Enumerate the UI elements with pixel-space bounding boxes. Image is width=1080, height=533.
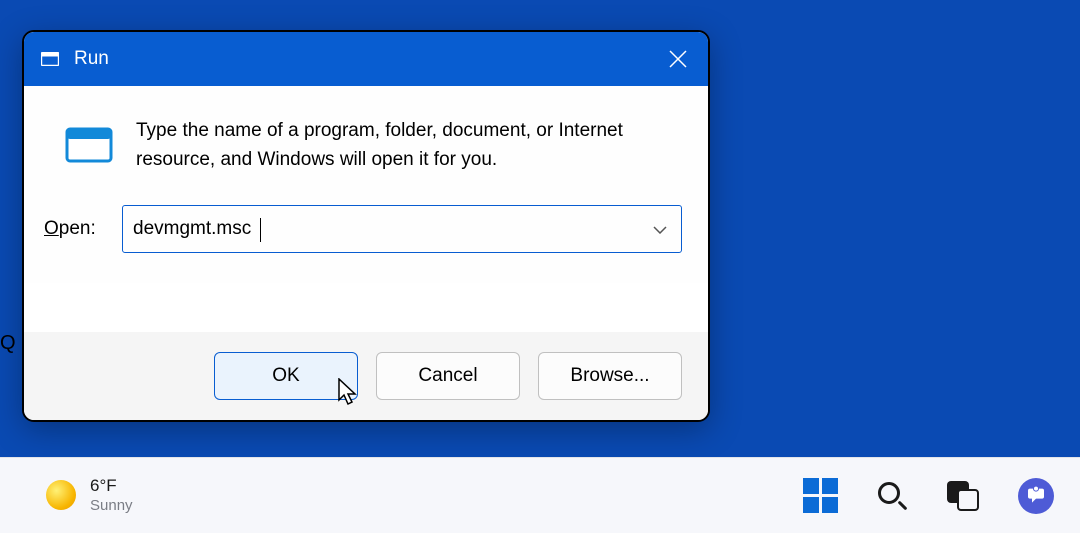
- task-view-button[interactable]: [944, 476, 984, 516]
- instruction-text: Type the name of a program, folder, docu…: [136, 116, 682, 175]
- cancel-button[interactable]: Cancel: [376, 352, 520, 400]
- search-icon: [876, 480, 908, 512]
- taskbar: 6°F Sunny: [0, 457, 1080, 533]
- titlebar[interactable]: Run: [24, 32, 708, 86]
- text-caret: [260, 218, 261, 242]
- dialog-body: Type the name of a program, folder, docu…: [24, 86, 708, 205]
- run-program-icon: [64, 120, 114, 170]
- run-titlebar-icon: [40, 49, 60, 69]
- run-dialog: Run Type the name of a program, folder, …: [22, 30, 710, 422]
- weather-temperature: 6°F: [90, 476, 133, 496]
- taskbar-icons: [800, 476, 1056, 516]
- ok-button[interactable]: OK: [214, 352, 358, 400]
- dialog-title: Run: [74, 48, 109, 70]
- chat-button[interactable]: [1016, 476, 1056, 516]
- weather-sun-icon: [46, 480, 76, 510]
- open-combobox[interactable]: [122, 205, 682, 253]
- chat-icon: [1018, 478, 1054, 514]
- chevron-down-icon[interactable]: [649, 221, 671, 237]
- weather-condition: Sunny: [90, 497, 133, 515]
- windows-logo-icon: [803, 478, 838, 513]
- dialog-footer: OK Cancel Browse...: [24, 332, 708, 420]
- close-button[interactable]: [664, 45, 692, 73]
- open-label: Open:: [44, 218, 106, 240]
- open-input[interactable]: [133, 218, 649, 240]
- open-row: Open:: [24, 205, 708, 283]
- desktop-text-fragment: Q: [0, 332, 16, 355]
- task-view-icon: [947, 481, 981, 511]
- search-button[interactable]: [872, 476, 912, 516]
- browse-button[interactable]: Browse...: [538, 352, 682, 400]
- weather-widget[interactable]: 6°F Sunny: [46, 476, 133, 514]
- start-button[interactable]: [800, 476, 840, 516]
